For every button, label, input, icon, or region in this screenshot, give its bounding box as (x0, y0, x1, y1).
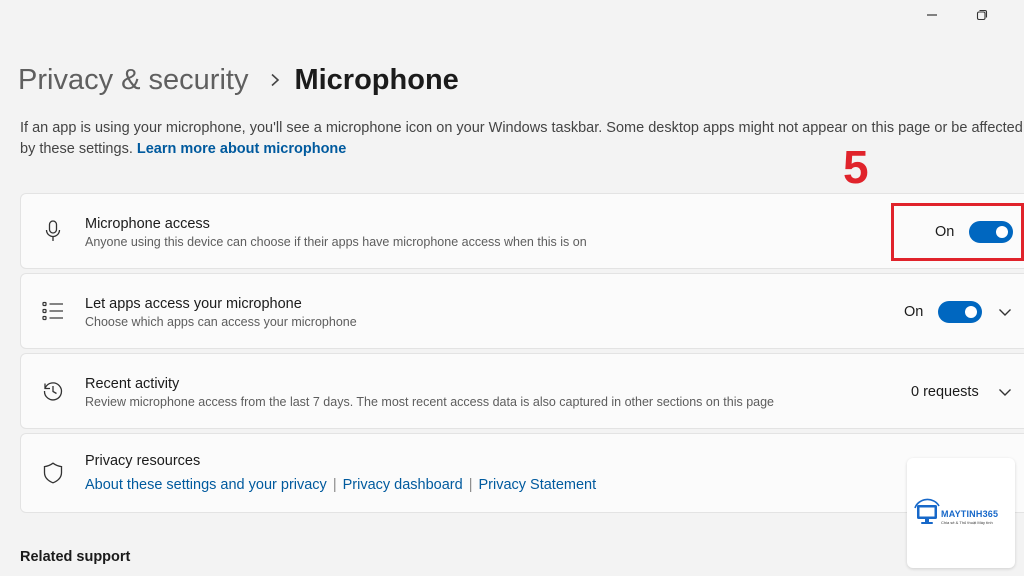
recent-activity-title: Recent activity (85, 376, 180, 392)
related-support-heading: Related support (20, 549, 131, 565)
about-settings-privacy-link[interactable]: About these settings and your privacy (85, 477, 327, 493)
watermark-brand: MAYTINH365 (941, 509, 999, 519)
recent-activity-count: 0 requests (911, 384, 979, 400)
privacy-resources-title: Privacy resources (85, 453, 201, 469)
chevron-down-icon[interactable] (997, 384, 1013, 400)
highlight-box (891, 203, 1024, 261)
microphone-access-title: Microphone access (85, 216, 210, 232)
shield-icon (41, 461, 65, 485)
minimize-icon (927, 14, 937, 16)
let-apps-access-state: On (904, 304, 924, 320)
page-description: If an app is using your microphone, you'… (20, 118, 1024, 160)
restore-icon (976, 9, 988, 21)
let-apps-access-toggle[interactable] (938, 301, 982, 323)
privacy-resources-card: Privacy resources About these settings a… (20, 433, 1024, 513)
learn-more-link[interactable]: Learn more about microphone (137, 141, 346, 157)
restore-button[interactable] (971, 4, 993, 26)
privacy-dashboard-link[interactable]: Privacy dashboard (343, 477, 463, 493)
app-list-icon (41, 299, 65, 323)
minimize-button[interactable] (921, 4, 943, 26)
page-title: Microphone (294, 63, 459, 96)
recent-activity-description: Review microphone access from the last 7… (85, 395, 775, 409)
chevron-right-icon (270, 73, 280, 87)
link-separator: | (468, 477, 473, 493)
let-apps-access-title: Let apps access your microphone (85, 296, 302, 312)
link-separator: | (332, 477, 337, 493)
recent-activity-card[interactable]: Recent activity Review microphone access… (20, 353, 1024, 429)
toggle-knob (965, 306, 977, 318)
history-icon (41, 379, 65, 403)
chevron-down-icon[interactable] (997, 304, 1013, 320)
breadcrumb: Privacy & security Microphone (18, 58, 459, 102)
privacy-links: About these settings and your privacy | Pr… (85, 477, 596, 493)
breadcrumb-parent-link[interactable]: Privacy & security (18, 64, 248, 97)
computer-logo-icon (914, 498, 940, 524)
watermark-tagline: Chia sẻ & Thủ thuật Máy tính (941, 520, 993, 525)
step-number-annotation: 5 (843, 141, 869, 193)
microphone-access-card: Microphone access Anyone using this devi… (20, 193, 1024, 269)
watermark-logo: MAYTINH365 Chia sẻ & Thủ thuật Máy tính (907, 458, 1015, 568)
let-apps-access-description: Choose which apps can access your microp… (85, 315, 357, 329)
microphone-access-description: Anyone using this device can choose if t… (85, 235, 587, 249)
privacy-statement-link[interactable]: Privacy Statement (478, 477, 596, 493)
microphone-icon (41, 219, 65, 243)
let-apps-access-card[interactable]: Let apps access your microphone Choose w… (20, 273, 1024, 349)
